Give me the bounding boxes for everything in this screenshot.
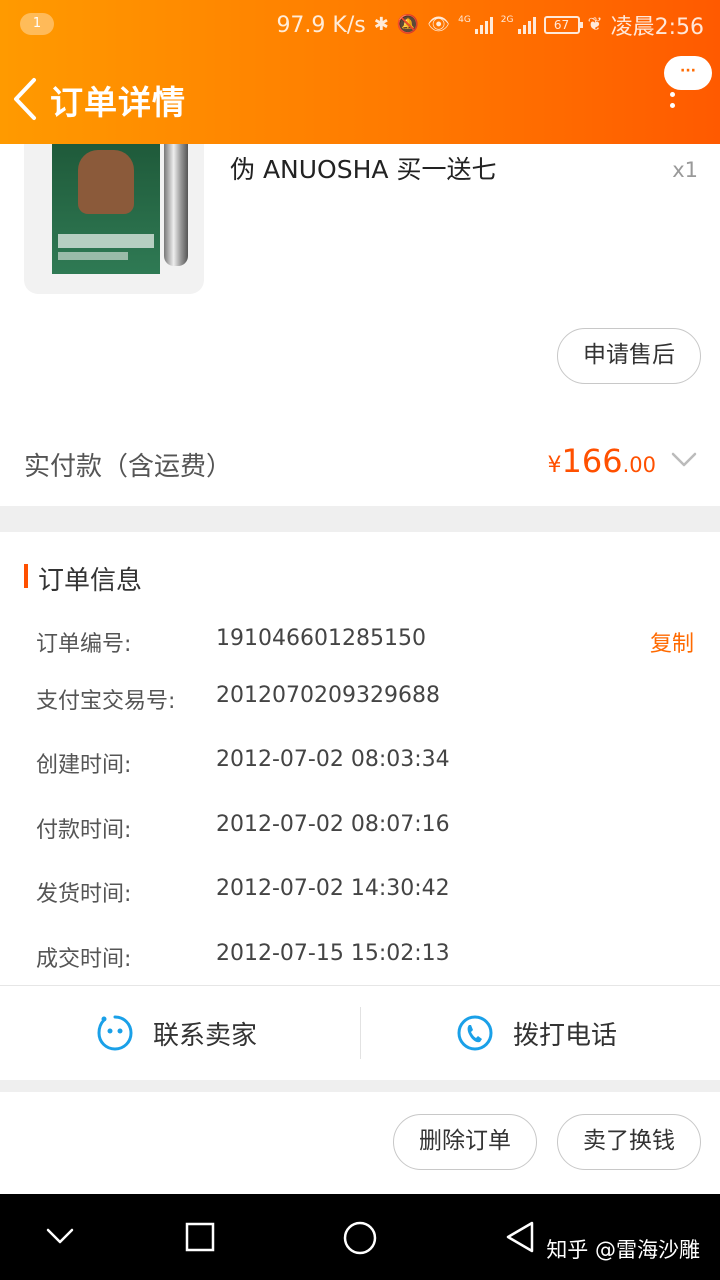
leaf-icon: ❦	[587, 14, 603, 35]
watermark: 知乎 @雷海沙雕	[546, 1238, 700, 1262]
more-menu-bubble[interactable]: ···	[664, 56, 712, 90]
phone-icon	[457, 1015, 493, 1051]
home-icon[interactable]	[342, 1220, 378, 1256]
bottom-action-bar: 删除订单 卖了换钱	[0, 1092, 720, 1194]
currency-symbol: ¥	[547, 453, 562, 478]
notification-count-badge: 1	[20, 13, 54, 35]
paid-amount-label: 实付款（含运费）	[24, 452, 233, 482]
delete-order-button[interactable]: 删除订单	[393, 1114, 537, 1170]
page-title: 订单详情	[50, 83, 186, 122]
created-time-value: 2012-07-02 08:03:34	[216, 747, 450, 772]
shipped-time-value: 2012-07-02 14:30:42	[216, 876, 450, 901]
amount-integer: 166	[561, 442, 623, 480]
shipped-time-label: 发货时间:	[36, 882, 132, 907]
product-thumbnail[interactable]	[24, 144, 204, 294]
title-bar: 订单详情	[0, 56, 720, 144]
back-triangle-icon[interactable]	[504, 1219, 536, 1255]
chat-face-icon	[97, 1015, 133, 1051]
eye-comfort-icon: 👁	[427, 14, 451, 35]
chevron-left-icon	[14, 78, 36, 120]
amount-decimal: .00	[622, 453, 656, 477]
paid-amount: ¥166.00	[548, 442, 656, 480]
product-box-image	[52, 144, 160, 274]
battery-icon: 67	[543, 16, 583, 34]
more-vertical-icon[interactable]	[666, 92, 678, 114]
section-accent-bar	[24, 564, 28, 588]
completed-time-label: 成交时间:	[36, 947, 132, 972]
recent-apps-icon[interactable]	[184, 1221, 216, 1253]
order-number-value: 191046601285150	[216, 626, 426, 651]
section-title: 订单信息	[38, 566, 143, 596]
completed-time-value: 2012-07-15 15:02:13	[216, 941, 450, 966]
bluetooth-icon: ✱	[373, 14, 389, 35]
product-card: 伪 ANUOSHA 买一送七 x1 申请售后 实付款（含运费） ¥166.00	[0, 144, 720, 506]
clock: 凌晨2:56	[610, 15, 704, 40]
contact-seller-button[interactable]: 联系卖家	[0, 986, 360, 1080]
order-number-label: 订单编号:	[36, 632, 132, 657]
call-phone-label: 拨打电话	[513, 1020, 618, 1051]
alipay-trade-no-value: 2012070209329688	[216, 683, 440, 708]
chevron-down-icon[interactable]	[670, 450, 698, 470]
copy-order-number-link[interactable]: 复制	[650, 626, 694, 658]
system-navigation-bar: 知乎 @雷海沙雕	[0, 1194, 720, 1280]
signal-4g-icon: 4G	[458, 16, 493, 34]
network-speed: 97.9 K/s	[276, 12, 366, 38]
collapse-down-icon[interactable]	[44, 1224, 76, 1248]
back-button[interactable]	[8, 74, 48, 124]
signal-2g-icon: 2G	[501, 16, 536, 34]
sell-for-cash-button[interactable]: 卖了换钱	[557, 1114, 701, 1170]
header: 1 97.9 K/s ✱ 🔕 👁 4G 2G 67 ❦ 凌晨2:56 订单详情	[0, 0, 720, 144]
created-time-label: 创建时间:	[36, 753, 132, 778]
call-phone-button[interactable]: 拨打电话	[360, 986, 720, 1080]
paid-time-value: 2012-07-02 08:07:16	[216, 812, 450, 837]
mute-icon: 🔕	[396, 14, 420, 35]
apply-after-sale-button[interactable]: 申请售后	[557, 328, 701, 384]
order-info-card: 订单信息 订单编号: 191046601285150 复制 支付宝交易号: 20…	[0, 532, 720, 1080]
contact-seller-label: 联系卖家	[153, 1020, 258, 1051]
product-name[interactable]: 伪 ANUOSHA 买一送七	[230, 150, 496, 186]
product-quantity: x1	[672, 158, 698, 182]
status-bar-right: 97.9 K/s ✱ 🔕 👁 4G 2G 67 ❦ 凌晨2:56	[276, 10, 704, 41]
product-spray-image	[164, 144, 188, 266]
status-bar: 1 97.9 K/s ✱ 🔕 👁 4G 2G 67 ❦ 凌晨2:56	[0, 0, 720, 50]
paid-time-label: 付款时间:	[36, 818, 132, 843]
alipay-trade-no-label: 支付宝交易号:	[36, 689, 176, 714]
